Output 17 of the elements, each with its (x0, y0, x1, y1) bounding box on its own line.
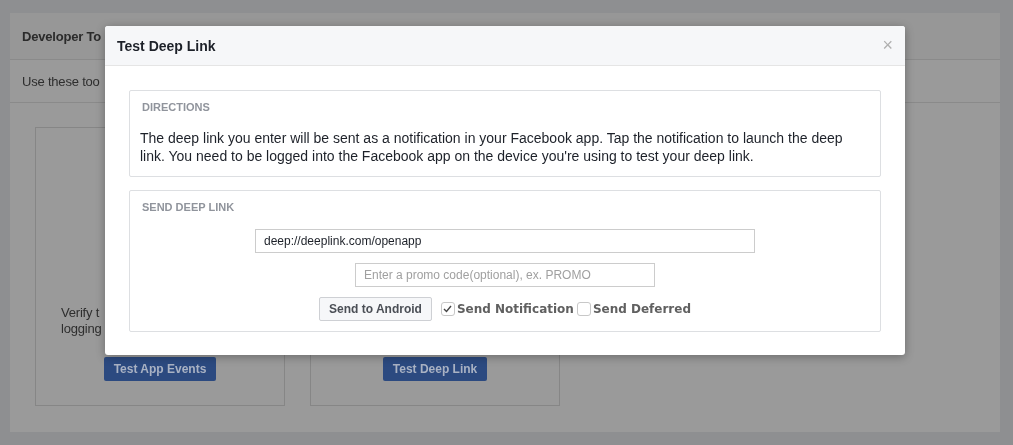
send-button[interactable]: Send to Android (319, 297, 432, 321)
promo-code-field[interactable]: Enter a promo code(optional), ex. PROMO (355, 263, 655, 287)
checkbox[interactable] (440, 302, 455, 316)
checkbox-option[interactable]: Send Deferred (576, 302, 691, 316)
panel-description: Use these too (22, 73, 100, 89)
card-text: logging (60, 321, 102, 337)
card-button[interactable]: Test Deep Link (382, 357, 488, 381)
section-heading: SEND DEEP LINK (142, 200, 236, 215)
card-button[interactable]: Test App Events (103, 357, 217, 381)
checkbox[interactable] (576, 302, 591, 316)
section-heading: DIRECTIONS (142, 100, 211, 115)
card-text: Verify t (60, 305, 100, 321)
checkbox-option[interactable]: Send Notification (440, 302, 574, 316)
directions-text: The deep link you enter will be sent as a notification in your Facebook app. Tap the notification to launch the deep link. You need to be logged into the Facebook app on the device you're using to test your deep link. (140, 129, 844, 165)
dialog-title: Test Deep Link (117, 37, 216, 54)
panel-title: Developer To (22, 28, 101, 44)
deep-link-field[interactable]: deep://deeplink.com/openapp (255, 229, 755, 253)
